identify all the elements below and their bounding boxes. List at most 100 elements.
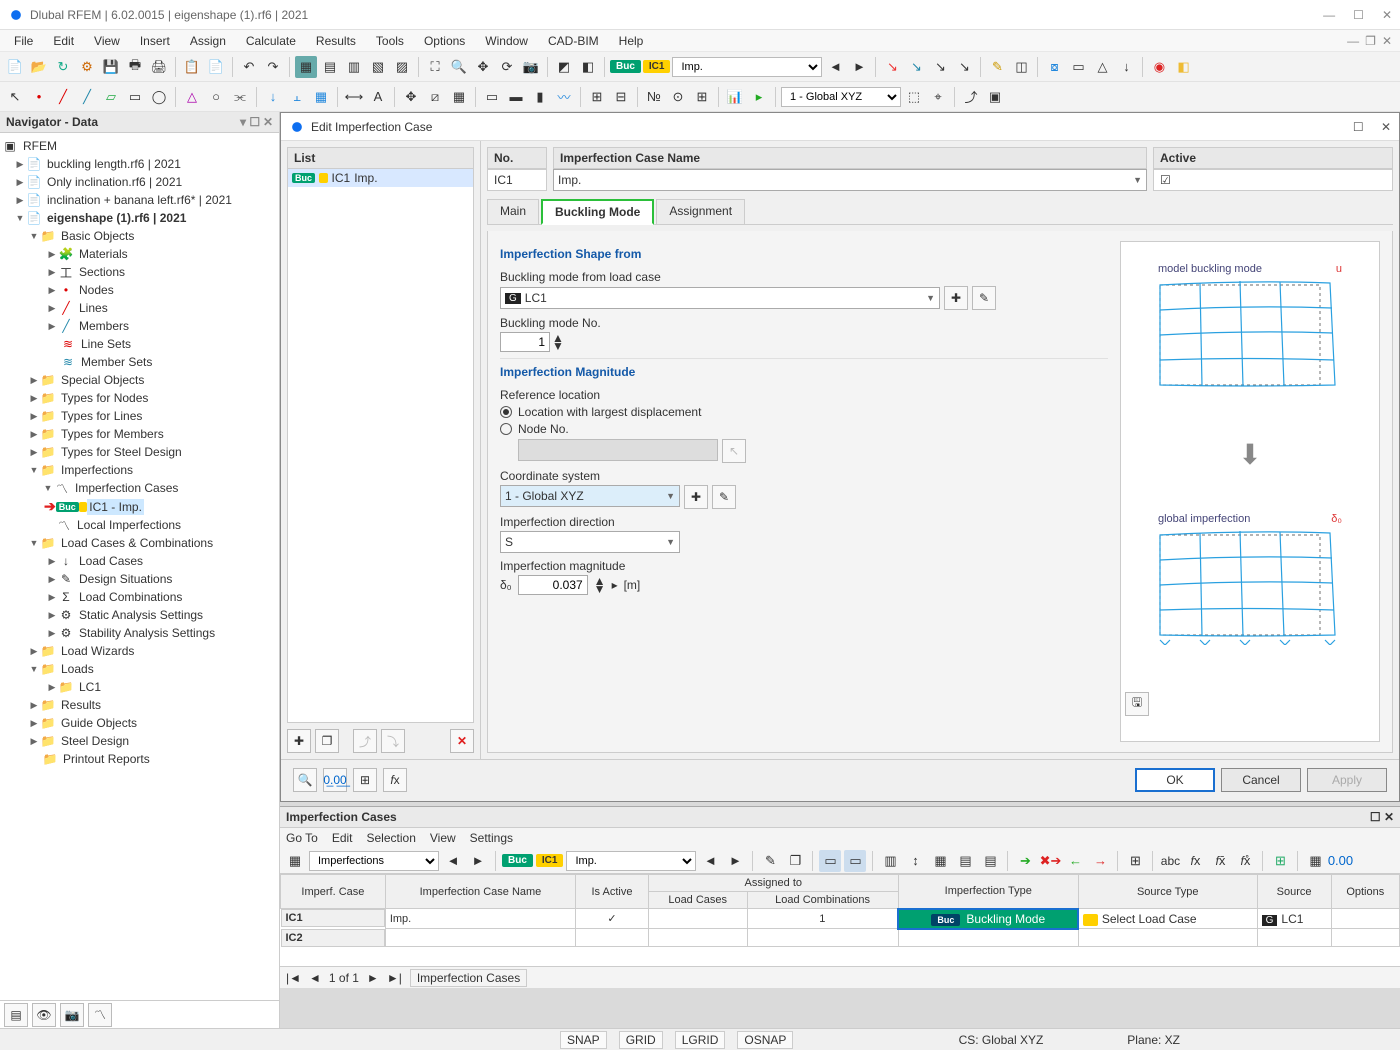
- surface-icon[interactable]: ▱: [100, 86, 122, 108]
- cell-srctype[interactable]: Select Load Case: [1078, 909, 1257, 929]
- cell-options[interactable]: [1331, 909, 1399, 929]
- ucs-icon[interactable]: ⌖: [927, 86, 949, 108]
- array-icon[interactable]: ▦: [448, 86, 470, 108]
- name-combo[interactable]: Imp.▼: [553, 169, 1147, 191]
- bp-units-icon[interactable]: 0.00: [1329, 850, 1351, 872]
- radio-largest[interactable]: Location with largest displacement: [500, 405, 1108, 419]
- grid-row-ic2[interactable]: IC2: [281, 929, 1400, 947]
- tree-ic1-row[interactable]: ➔ Buc IC1 - Imp.: [2, 497, 277, 516]
- flag-icon[interactable]: ▸: [748, 86, 770, 108]
- cell-active[interactable]: ✓: [576, 909, 649, 929]
- tree-tmembers[interactable]: Types for Members: [59, 426, 166, 442]
- members-icon[interactable]: ▭: [1067, 56, 1089, 78]
- move-icon[interactable]: ✥: [400, 86, 422, 108]
- bp-last-icon[interactable]: ►|: [387, 971, 402, 985]
- chevron-right-icon[interactable]: ▶: [14, 177, 26, 188]
- bp-menu-goto[interactable]: Go To: [286, 831, 318, 845]
- filter1-icon[interactable]: ↘: [881, 56, 903, 78]
- tree-loadcomb[interactable]: Load Cases & Combinations: [59, 535, 215, 551]
- active-checkbox[interactable]: ☑: [1153, 169, 1393, 191]
- lc-edit-icon[interactable]: ✎: [972, 286, 996, 310]
- mdi-restore-icon[interactable]: ❐: [1365, 34, 1376, 48]
- save-icon[interactable]: 💾: [100, 56, 122, 78]
- maximize-button[interactable]: ☐: [1353, 8, 1364, 22]
- bp-reject-icon[interactable]: ✖➔: [1039, 850, 1061, 872]
- bp-combo-imp[interactable]: Imp.: [566, 851, 696, 871]
- chevron-right-icon[interactable]: ▶: [28, 447, 40, 458]
- close-button[interactable]: ✕: [1382, 8, 1392, 22]
- filter2-icon[interactable]: ↘: [905, 56, 927, 78]
- redo-icon[interactable]: ↷: [262, 56, 284, 78]
- mdi-minimize-icon[interactable]: —: [1347, 34, 1359, 48]
- next-icon[interactable]: ►: [848, 56, 870, 78]
- undo-icon[interactable]: ↶: [238, 56, 260, 78]
- menu-results[interactable]: Results: [308, 32, 364, 50]
- tree-members[interactable]: Members: [77, 318, 131, 334]
- diagram-icon[interactable]: 〰: [553, 86, 575, 108]
- tree-localimp[interactable]: Local Imperfections: [75, 517, 183, 533]
- menu-file[interactable]: File: [6, 32, 41, 50]
- footer-search-icon[interactable]: 🔍: [293, 768, 317, 792]
- grid-row-ic1[interactable]: IC1 Imp. ✓ 1 BucBuckling Mode Select Loa…: [281, 909, 1400, 929]
- bp-first-icon[interactable]: |◄: [286, 971, 301, 985]
- chevron-right-icon[interactable]: ▶: [46, 249, 58, 260]
- tree-tnodes[interactable]: Types for Nodes: [59, 390, 150, 406]
- input-modeno[interactable]: [500, 332, 550, 352]
- bp-prev-icon[interactable]: ◄: [442, 850, 464, 872]
- tab-buckling-mode[interactable]: Buckling Mode: [541, 199, 654, 225]
- solid-icon[interactable]: ▭: [124, 86, 146, 108]
- navigator-tree[interactable]: ▣RFEM ▶📄buckling length.rf6 | 2021 ▶📄Onl…: [0, 133, 279, 1000]
- select-icon[interactable]: ↖: [4, 86, 26, 108]
- bp-prev-page-icon[interactable]: ◄: [309, 971, 321, 985]
- badge-buc[interactable]: Buc: [610, 60, 641, 73]
- bp-grid[interactable]: Imperf. Case Imperfection Case Name Is A…: [280, 874, 1400, 966]
- menu-edit[interactable]: Edit: [45, 32, 82, 50]
- bp-badge-ic1[interactable]: IC1: [536, 854, 564, 867]
- mirror-icon[interactable]: ⧄: [424, 86, 446, 108]
- calc-icon[interactable]: ◉: [1148, 56, 1170, 78]
- bp-pin-icon[interactable]: ☐: [1370, 810, 1381, 824]
- saveall-icon[interactable]: 🖶: [124, 56, 146, 78]
- cube-icon[interactable]: ◧: [1172, 56, 1194, 78]
- chevron-right-icon[interactable]: ▶: [28, 700, 40, 711]
- chevron-right-icon[interactable]: ▶: [28, 411, 40, 422]
- tree-impcases[interactable]: Imperfection Cases: [73, 480, 180, 496]
- footer-units-icon[interactable]: 0̲.0̲0̲: [323, 768, 347, 792]
- bp-next2-icon[interactable]: ►: [724, 850, 746, 872]
- list-copy-icon[interactable]: ❐: [315, 729, 339, 753]
- chevron-right-icon[interactable]: ▶: [14, 159, 26, 170]
- bp-badge-buc[interactable]: Buc: [502, 854, 533, 867]
- mag-more-icon[interactable]: ▸: [612, 578, 618, 592]
- ok-button[interactable]: OK: [1135, 768, 1215, 792]
- chevron-right-icon[interactable]: ▶: [28, 375, 40, 386]
- menu-window[interactable]: Window: [477, 32, 536, 50]
- tree-imperfections[interactable]: Imperfections: [59, 462, 135, 478]
- tree-linesets[interactable]: Line Sets: [79, 336, 133, 352]
- chevron-down-icon[interactable]: ▼: [14, 213, 26, 223]
- list-down-icon[interactable]: ⤵: [381, 729, 405, 753]
- zoom-window-icon[interactable]: 🔍: [448, 56, 470, 78]
- box-icon[interactable]: ▣: [984, 86, 1006, 108]
- list-row-ic1[interactable]: Buc IC1 Imp.: [288, 169, 473, 187]
- panel2-icon[interactable]: ▤: [319, 56, 341, 78]
- bp-accept-icon[interactable]: ➔: [1014, 850, 1036, 872]
- status-osnap[interactable]: OSNAP: [737, 1031, 793, 1049]
- cell-type[interactable]: BucBuckling Mode: [898, 909, 1078, 929]
- tree-static[interactable]: Static Analysis Settings: [77, 607, 205, 623]
- combo-loadcase[interactable]: G LC1 ▼: [500, 287, 940, 309]
- chevron-right-icon[interactable]: ▶: [28, 736, 40, 747]
- open-icon[interactable]: 📂: [28, 56, 50, 78]
- eraser-icon[interactable]: ◫: [1010, 56, 1032, 78]
- list-up-icon[interactable]: ⤴: [353, 729, 377, 753]
- combo-cs[interactable]: 1 - Global XYZ: [781, 87, 901, 107]
- axis-icon[interactable]: ⧇: [1043, 56, 1065, 78]
- tree-steel[interactable]: Steel Design: [59, 733, 131, 749]
- chart-icon[interactable]: 📊: [724, 86, 746, 108]
- paste-icon[interactable]: 📄: [205, 56, 227, 78]
- radio-nodeno[interactable]: Node No.: [500, 422, 1108, 436]
- list-new-icon[interactable]: ✚: [287, 729, 311, 753]
- navigator-pin-icon[interactable]: ▾ ☐: [240, 115, 260, 129]
- combo-cs[interactable]: 1 - Global XYZ▼: [500, 485, 680, 507]
- view-iso-icon[interactable]: ◩: [553, 56, 575, 78]
- tree-nodes[interactable]: Nodes: [77, 282, 116, 298]
